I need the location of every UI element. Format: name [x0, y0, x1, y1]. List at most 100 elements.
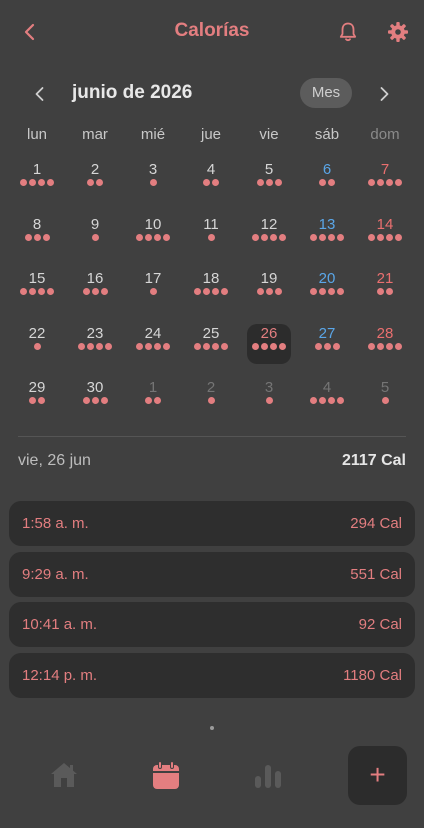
- entry-dot: [136, 233, 143, 241]
- calendar-day[interactable]: 21: [356, 261, 414, 316]
- entry-row[interactable]: 10:41 a. m. 92 Cal: [9, 602, 415, 647]
- entry-dot: [368, 233, 375, 241]
- entry-dot: [163, 233, 170, 241]
- entry-dot: [261, 342, 268, 350]
- calendar-day-selected[interactable]: 26: [240, 316, 298, 371]
- calendar-day[interactable]: 22: [8, 316, 66, 371]
- calendar-day[interactable]: 5: [240, 152, 298, 207]
- calendar-day[interactable]: 16: [66, 261, 124, 316]
- entry-dot: [212, 288, 219, 295]
- entry-dot: [38, 397, 45, 404]
- calendar-day[interactable]: 25: [182, 316, 240, 371]
- entry-dot: [105, 342, 112, 350]
- entry-dots: [66, 397, 124, 406]
- entry-time: 1:58 a. m.: [22, 515, 89, 532]
- calendar-day[interactable]: 3: [124, 152, 182, 207]
- add-entry-button[interactable]: +: [348, 746, 407, 805]
- gear-icon[interactable]: [386, 20, 410, 44]
- entry-time: 10:41 a. m.: [22, 616, 98, 633]
- divider: [18, 436, 406, 437]
- entry-dot: [96, 342, 103, 350]
- view-toggle-button[interactable]: Mes: [300, 78, 352, 108]
- calendar-day[interactable]: 9: [66, 207, 124, 262]
- calendar-day[interactable]: 20: [298, 261, 356, 316]
- calendar-day[interactable]: 12: [240, 207, 298, 262]
- entry-dots: [182, 233, 240, 243]
- day-number: 8: [32, 215, 42, 233]
- calendar-day[interactable]: 8: [8, 207, 66, 262]
- calendar-day[interactable]: 5: [356, 370, 414, 425]
- entry-dot: [194, 342, 201, 350]
- entry-dot: [279, 233, 286, 241]
- entry-row[interactable]: 12:14 p. m. 1180 Cal: [9, 652, 415, 698]
- calendar-day[interactable]: 1: [124, 370, 182, 425]
- entry-dots: [66, 233, 124, 243]
- entry-dots: [182, 179, 240, 188]
- bar-chart-icon[interactable]: [252, 759, 284, 791]
- entry-dots: [356, 233, 414, 243]
- entry-dot: [252, 233, 259, 241]
- previous-month-icon[interactable]: [28, 82, 52, 106]
- entry-dot: [386, 179, 393, 186]
- entry-dots: [124, 179, 182, 188]
- calendar-day[interactable]: 3: [240, 370, 298, 425]
- calendar-day[interactable]: 11: [182, 207, 240, 262]
- entry-dots: [356, 179, 414, 188]
- day-number: 22: [28, 324, 46, 342]
- calendar-day[interactable]: 7: [356, 152, 414, 207]
- calendar-day[interactable]: 17: [124, 261, 182, 316]
- entry-dot: [252, 342, 259, 350]
- calendar-day[interactable]: 1: [8, 152, 66, 207]
- calendar-day[interactable]: 27: [298, 316, 356, 371]
- entry-dots: [8, 288, 66, 297]
- entry-dot: [20, 288, 27, 295]
- calendar-day[interactable]: 29: [8, 370, 66, 425]
- entry-row[interactable]: 9:29 a. m. 551 Cal: [9, 551, 415, 597]
- day-number: 29: [28, 379, 46, 396]
- entry-dot: [145, 233, 152, 241]
- calendar-day[interactable]: 2: [66, 152, 124, 207]
- home-icon[interactable]: [48, 759, 80, 791]
- calendar-day[interactable]: 4: [298, 370, 356, 425]
- entry-dots: [182, 288, 240, 297]
- calendar-day[interactable]: 6: [298, 152, 356, 207]
- entry-calories: 1180 Cal: [343, 666, 402, 684]
- calendar-day[interactable]: 24: [124, 316, 182, 371]
- entry-dots: [240, 179, 298, 188]
- bell-icon[interactable]: [336, 20, 360, 44]
- day-number: 28: [376, 324, 394, 342]
- weekday-label: vie: [259, 126, 279, 143]
- entry-row[interactable]: 1:58 a. m. 294 Cal: [9, 501, 415, 546]
- calendar-day[interactable]: 23: [66, 316, 124, 371]
- day-number: 27: [318, 324, 336, 342]
- calendar-day[interactable]: 2: [182, 370, 240, 425]
- calendar-day[interactable]: 14: [356, 207, 414, 262]
- entry-dot: [328, 179, 335, 186]
- entry-dot: [100, 288, 108, 295]
- calendar-day[interactable]: 19: [240, 261, 298, 316]
- calendar-day[interactable]: 4: [182, 152, 240, 207]
- entry-dots: [298, 179, 356, 188]
- calendar-day[interactable]: 30: [66, 370, 124, 425]
- entry-dot: [328, 397, 335, 404]
- calendar-icon[interactable]: [150, 759, 182, 791]
- entry-dot: [100, 397, 108, 404]
- calendar-day[interactable]: 10: [124, 207, 182, 262]
- day-number: 16: [86, 270, 104, 287]
- calendar-day[interactable]: 28: [356, 316, 414, 371]
- entry-dot: [319, 288, 326, 295]
- entry-dot: [279, 342, 286, 350]
- calendar-day[interactable]: 13: [298, 207, 356, 262]
- entry-dot: [82, 397, 90, 404]
- top-bar: Calorías: [0, 0, 424, 64]
- calendar-day[interactable]: 18: [182, 261, 240, 316]
- entry-dots: [298, 397, 356, 406]
- entry-dot: [274, 288, 282, 295]
- day-number: 4: [206, 161, 216, 178]
- calendar-day[interactable]: 15: [8, 261, 66, 316]
- entry-calories: 551 Cal: [350, 565, 402, 583]
- entry-dots: [356, 342, 414, 352]
- entry-dot: [38, 288, 45, 295]
- entry-dot: [38, 179, 45, 186]
- next-month-icon[interactable]: [372, 82, 396, 106]
